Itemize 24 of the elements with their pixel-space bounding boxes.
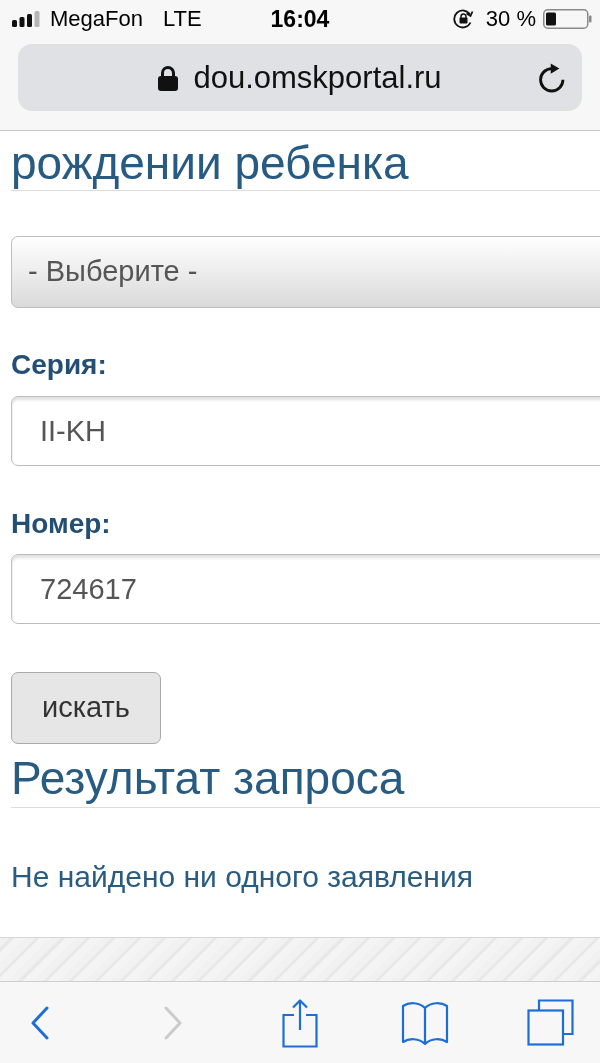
field-label: Серия: (11, 348, 107, 382)
open-book-icon (401, 999, 449, 1046)
text-input[interactable]: 724617 (11, 554, 600, 624)
dropdown-field[interactable]: - Выберите - (11, 236, 600, 308)
search-button[interactable]: искать (11, 672, 161, 744)
battery-icon (543, 9, 592, 29)
battery-percentage: 30 % (485, 8, 536, 30)
network-type: LTE (162, 8, 202, 30)
text-input[interactable]: II-KH (11, 396, 600, 466)
overlapping-squares-icon (527, 999, 574, 1046)
section-heading: рождении ребенка (11, 137, 409, 189)
share-icon (282, 997, 318, 1048)
rotation-lock-icon (452, 9, 474, 29)
chevron-right-icon (164, 1005, 182, 1040)
result-message: Не найдено ни одного заявления (11, 859, 473, 895)
signal-icon (12, 11, 41, 27)
section-heading: Результат запроса (11, 753, 405, 803)
chevron-left-icon (31, 1005, 49, 1040)
address-bar[interactable]: dou.omskportal.ru (18, 44, 582, 111)
clock-time: 16:04 (270, 7, 330, 31)
reload-icon (539, 62, 565, 93)
field-label: Номер: (11, 507, 111, 541)
url-text: dou.omskportal.ru (193, 62, 442, 93)
carrier-name: MegaFon (50, 8, 143, 30)
